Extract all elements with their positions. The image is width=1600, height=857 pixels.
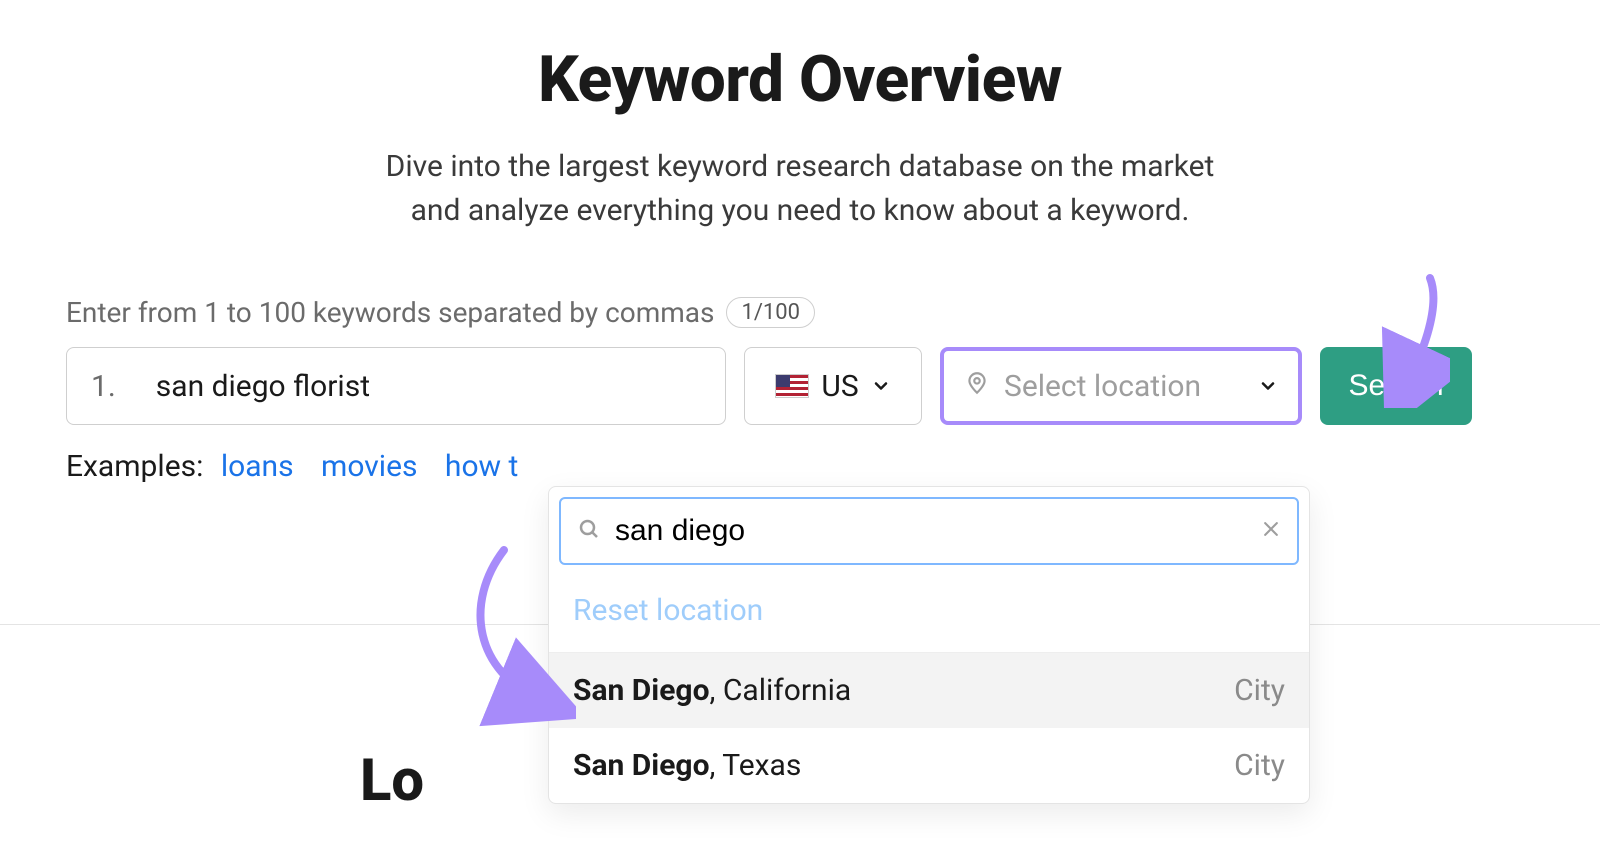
helper-row: Enter from 1 to 100 keywords separated b… <box>66 296 1534 329</box>
chevron-down-icon <box>1258 369 1278 404</box>
reset-location-link[interactable]: Reset location <box>549 575 1309 653</box>
search-icon <box>577 517 601 545</box>
pin-icon <box>964 369 990 404</box>
chevron-down-icon <box>871 369 891 404</box>
location-search-input[interactable] <box>615 514 1247 548</box>
location-result-label: San Diego, California <box>573 673 851 708</box>
example-link[interactable]: how t <box>445 449 518 484</box>
location-select[interactable]: Select location <box>940 347 1302 425</box>
helper-text: Enter from 1 to 100 keywords separated b… <box>66 296 714 329</box>
examples-label: Examples: <box>66 449 203 484</box>
page-title: Keyword Overview <box>0 42 1600 117</box>
section-title-fragment: Lo <box>360 747 424 815</box>
location-result-item[interactable]: San Diego, Texas City <box>549 728 1309 803</box>
country-select[interactable]: US <box>744 347 922 425</box>
location-result-type: City <box>1234 673 1285 708</box>
keyword-input[interactable]: 1. san diego florist <box>66 347 726 425</box>
subtitle-line-2: and analyze everything you need to know … <box>411 193 1190 228</box>
location-result-item[interactable]: San Diego, California City <box>549 653 1309 728</box>
flag-us-icon <box>775 374 809 398</box>
examples-row: Examples: loans movies how t <box>66 449 1534 484</box>
example-link[interactable]: movies <box>321 449 417 484</box>
location-dropdown: Reset location San Diego, California Cit… <box>548 486 1310 804</box>
country-label: US <box>821 369 858 404</box>
close-icon[interactable] <box>1261 516 1281 546</box>
keyword-index-prefix: 1. <box>91 369 116 404</box>
search-button[interactable]: Search <box>1320 347 1472 425</box>
location-result-label: San Diego, Texas <box>573 748 801 783</box>
search-form: Enter from 1 to 100 keywords separated b… <box>66 296 1534 484</box>
keyword-count-badge: 1/100 <box>726 297 815 328</box>
subtitle-line-1: Dive into the largest keyword research d… <box>386 149 1215 184</box>
keyword-value: san diego florist <box>156 369 370 404</box>
page-subtitle: Dive into the largest keyword research d… <box>0 145 1600 232</box>
controls-row: 1. san diego florist US Select location … <box>66 347 1534 425</box>
location-placeholder: Select location <box>1004 369 1201 404</box>
example-link[interactable]: loans <box>221 449 294 484</box>
location-result-type: City <box>1234 748 1285 783</box>
location-search-field[interactable] <box>559 497 1299 565</box>
